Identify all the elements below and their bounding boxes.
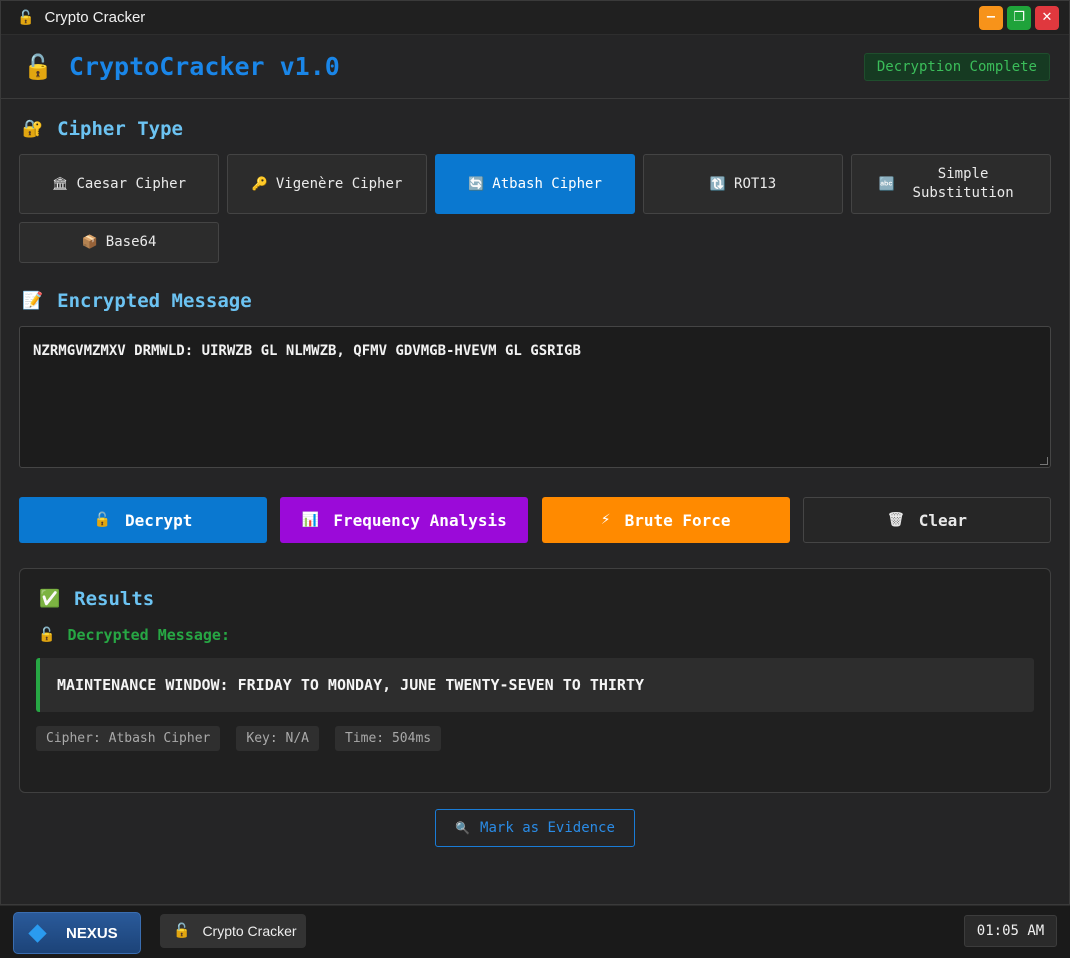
cipher-option-rot13[interactable]: 🔃 ROT13 (643, 154, 843, 214)
clear-button[interactable]: 🗑 Clear (802, 497, 1051, 543)
clear-label: Clear (918, 510, 967, 530)
nexus-logo-icon (28, 923, 47, 943)
brute-force-label: Brute Force (624, 510, 731, 530)
taskbar-item-crypto-cracker[interactable]: 🔓 Crypto Cracker (160, 914, 306, 948)
rotate-icon: 🔄 (468, 176, 485, 192)
results-title: Results (74, 588, 155, 610)
cipher-option-label: Caesar Cipher (76, 175, 187, 192)
close-button[interactable]: ✕ (1035, 5, 1059, 30)
unlock-icon: 🔓 (17, 9, 35, 26)
decrypted-message-label: Decrypted Message: (67, 626, 230, 644)
taskbar: NEXUS 🔓 Crypto Cracker 01:05 AM (0, 905, 1070, 958)
cipher-type-title: Cipher Type (57, 118, 184, 140)
check-icon: ✅ (39, 589, 61, 609)
start-label: NEXUS (66, 924, 118, 942)
maximize-button[interactable]: ❐ (1007, 5, 1031, 30)
clock: 01:05 AM (964, 915, 1057, 947)
unlock-icon: 🔓 (38, 627, 56, 643)
unlock-icon: 🔓 (23, 52, 53, 81)
cipher-option-vigenere[interactable]: 🔑 Vigenère Cipher (227, 154, 427, 214)
title-bar[interactable]: 🔓 Crypto Cracker − ❐ ✕ (1, 1, 1069, 35)
encrypted-message-text: NZRMGVMZMXV DRMWLD: UIRWZB GL NLMWZB, QF… (33, 343, 581, 359)
mark-evidence-label: Mark as Evidence (480, 820, 615, 836)
cipher-option-label: Base64 (105, 234, 157, 250)
cipher-option-label: Vigenère Cipher (275, 175, 403, 192)
time-tag: Time: 504ms (335, 726, 442, 751)
frequency-analysis-label: Frequency Analysis (333, 510, 507, 530)
app-header: 🔓 CryptoCracker v1.0 Decryption Complete (1, 35, 1069, 99)
decrypt-label: Decrypt (125, 510, 193, 530)
encrypted-message-heading: 📝 Encrypted Message (22, 290, 252, 312)
cipher-option-label: Simple Substitution (912, 166, 1014, 201)
taskbar-item-label: Crypto Cracker (202, 923, 297, 939)
start-button[interactable]: NEXUS (13, 912, 141, 954)
result-meta: Cipher: Atbash Cipher Key: N/A Time: 504… (36, 726, 442, 751)
resize-handle[interactable] (1040, 457, 1048, 465)
decrypted-message-text: MAINTENANCE WINDOW: FRIDAY TO MONDAY, JU… (57, 676, 644, 694)
cipher-tag: Cipher: Atbash Cipher (36, 726, 221, 751)
encrypted-message-title: Encrypted Message (57, 290, 252, 312)
status-badge: Decryption Complete (863, 52, 1050, 81)
window-controls: − ❐ ✕ (979, 5, 1059, 30)
brute-force-button[interactable]: ⚡ Brute Force (541, 497, 790, 543)
abc-icon: 🔤 (878, 176, 896, 192)
cipher-options: 🏛 Caesar Cipher 🔑 Vigenère Cipher 🔄 Atba… (19, 154, 1051, 263)
window-title: Crypto Cracker (44, 9, 146, 26)
cipher-option-substitution[interactable]: 🔤 Simple Substitution (851, 154, 1051, 214)
key-tag: Key: N/A (236, 726, 319, 751)
unlock-icon: 🔓 (173, 923, 191, 939)
cipher-type-heading: 🔐 Cipher Type (22, 118, 183, 140)
cipher-option-label: Atbash Cipher (492, 175, 602, 192)
repeat-icon: 🔃 (709, 176, 727, 192)
magnifier-icon: 🔍 (455, 821, 471, 835)
cipher-option-caesar[interactable]: 🏛 Caesar Cipher (19, 154, 219, 214)
decrypted-message-output: MAINTENANCE WINDOW: FRIDAY TO MONDAY, JU… (36, 658, 1034, 712)
decrypt-button[interactable]: 🔓 Decrypt (19, 497, 267, 543)
minimize-button[interactable]: − (979, 5, 1003, 30)
lightning-icon: ⚡ (600, 512, 611, 528)
classical-building-icon: 🏛 (51, 176, 69, 192)
app-title: CryptoCracker v1.0 (68, 52, 340, 81)
bar-chart-icon: 📊 (301, 512, 320, 528)
cipher-option-atbash[interactable]: 🔄 Atbash Cipher (435, 154, 635, 214)
frequency-analysis-button[interactable]: 📊 Frequency Analysis (280, 497, 529, 543)
package-icon: 📦 (81, 235, 98, 250)
results-heading: ✅ Results (39, 588, 154, 610)
unlock-icon: 🔓 (93, 512, 111, 528)
cipher-option-label: ROT13 (734, 175, 777, 192)
cipher-option-base64[interactable]: 📦 Base64 (19, 222, 219, 263)
results-panel: ✅ Results 🔓 Decrypted Message: MAINTENAN… (19, 568, 1051, 793)
trash-icon: 🗑 (887, 512, 905, 528)
action-buttons: 🔓 Decrypt 📊 Frequency Analysis ⚡ Brute F… (19, 497, 1051, 543)
encrypted-message-input[interactable]: NZRMGVMZMXV DRMWLD: UIRWZB GL NLMWZB, QF… (19, 326, 1051, 468)
memo-icon: 📝 (22, 291, 44, 311)
decrypted-message-heading: 🔓 Decrypted Message: (38, 626, 230, 644)
lock-icon: 🔐 (22, 119, 44, 139)
key-icon: 🔑 (251, 176, 268, 192)
mark-evidence-button[interactable]: 🔍 Mark as Evidence (435, 809, 635, 847)
